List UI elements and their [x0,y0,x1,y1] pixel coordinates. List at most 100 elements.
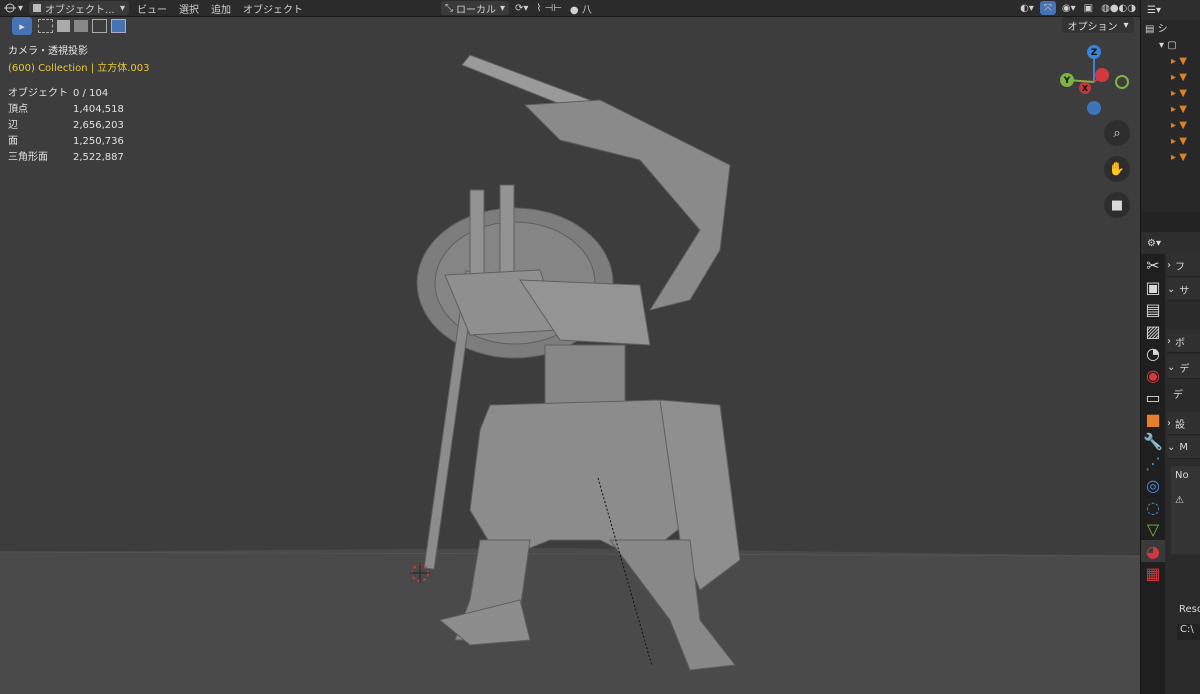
list-item[interactable]: ▸ ▼ [1145,86,1197,102]
orientation-label: ローカル [456,4,497,16]
section-header[interactable]: ⌄ デ [1167,356,1200,379]
list-item[interactable]: ▸ ▼ [1145,54,1197,70]
svg-text:X: X [1082,84,1089,93]
menu-add[interactable]: 追加 [205,1,237,16]
render-icon: ▣ [1145,277,1161,297]
outliner-scene-row[interactable]: ▤ シ [1145,22,1197,38]
section-header[interactable]: › ボ [1167,330,1200,353]
navigation-gizmo[interactable]: Z Y X [1056,44,1132,120]
section-header[interactable]: ⌄ M [1167,436,1200,459]
view-layer-tab[interactable]: ▨ [1141,320,1165,342]
texture-icon: ▦ [1145,563,1161,583]
zoom-button[interactable]: ⌕ [1104,120,1130,146]
editor-type-button[interactable]: ▾ [0,0,27,16]
list-item[interactable]: ▸ ▼ [1145,102,1197,118]
modifier-tab[interactable]: 🔧 [1141,430,1165,452]
list-item[interactable]: ▸ ▼ [1145,118,1197,134]
stat-row: 面 1,250,736 [8,136,124,147]
world-tab[interactable]: ◉ [1141,364,1165,386]
object-tab[interactable]: ■ [1141,408,1165,430]
visibility-button[interactable]: ◐▾ [1016,0,1038,16]
menu-select[interactable]: 選択 [173,1,205,16]
stat-row: オブジェクト 0 / 104 [8,88,109,99]
selection-mode-group [38,17,127,35]
viewport-icon [4,3,16,13]
section-header[interactable]: › フ [1167,254,1200,277]
material-tab[interactable]: ◕ [1141,540,1165,562]
object-icon: ■ [1145,409,1161,429]
select-subtract-icon[interactable] [74,20,88,32]
warning-icon: ⚠ [1175,495,1184,506]
material-icon: ◕ [1146,541,1160,561]
select-new-icon[interactable] [38,19,54,33]
particles-icon: ⋰ [1145,453,1161,473]
chevron-down-icon: ▾ [120,2,126,14]
particles-tab[interactable]: ⋰ [1141,452,1165,474]
list-item[interactable]: ▸ ▼ [1145,150,1197,166]
section-header[interactable]: › 設 [1167,412,1200,435]
menu-view[interactable]: ビュー [131,1,173,16]
stat-row: 三角形面 2,522,887 [8,152,124,163]
scene-props-icon: ◔ [1146,343,1160,363]
tool-tab[interactable]: ✂ [1141,254,1165,276]
snap-button[interactable]: ⌇ ⊣⊢ [532,0,565,16]
world-icon: ◉ [1146,365,1160,385]
scene-tab[interactable]: ◔ [1141,342,1165,364]
mesh-data-icon: ▽ [1146,519,1160,539]
xray-button[interactable]: ▣ [1080,0,1097,16]
wrench-icon: 🔧 [1143,431,1163,451]
svg-text:Y: Y [1063,76,1071,86]
collection-tab[interactable]: ▭ [1141,386,1165,408]
properties-tabs: ✂ ▣ ▤ ▨ ◔ ◉ ▭ ■ 🔧 ⋰ ◎ ◌ ▽ ◕ ▦ [1141,254,1165,694]
navigation-tools: ⌕ ✋ ■ [1104,120,1130,228]
properties-header[interactable]: ⚙▾ [1141,232,1200,254]
constraint-icon: ◌ [1146,497,1160,517]
material-slot-box[interactable]: No ⚠ [1171,466,1200,554]
list-item[interactable]: ▸ ▼ [1145,134,1197,150]
texture-tab[interactable]: ▦ [1141,562,1165,584]
3d-viewport[interactable]: ▾ オブジェクト... ▾ ビュー 選択 追加 オブジェクト ⤡ ローカル ▾ … [0,0,1140,694]
list-icon: ☰▾ [1147,4,1161,16]
collection-label: (600) Collection | 立方体.003 [8,63,150,74]
pan-button[interactable]: ✋ [1104,156,1130,182]
select-intersect-icon[interactable] [110,19,127,33]
outliner-collection-row[interactable]: ▾ ▢ [1145,38,1197,54]
camera-view-button[interactable]: ■ [1104,192,1130,218]
outliner-header: ☰▾ [1141,0,1200,20]
mode-dropdown[interactable]: オブジェクト... ▾ [29,1,130,16]
constraints-tab[interactable]: ◌ [1141,496,1165,518]
overlay-button[interactable]: ◉▾ [1058,0,1080,16]
options-dropdown[interactable]: オプション ▾ [1062,17,1134,33]
pivot-point-button[interactable]: ⟳▾ [511,0,532,16]
select-extend-icon[interactable] [57,20,71,32]
outliner-panel[interactable]: ☰▾ ▤ シ ▾ ▢ ▸ ▼ ▸ ▼ ▸ ▼ ▸ ▼ ▸ ▼ ▸ ▼ ▸ ▼ [1141,0,1200,212]
menu-object[interactable]: オブジェクト [237,1,309,16]
list-item[interactable]: ▸ ▼ [1145,70,1197,86]
section-header[interactable]: ⌄ サ [1167,278,1200,301]
orientation-icon: ⤡ [445,2,454,14]
path-field[interactable]: C:\ [1177,624,1200,640]
select-tool-button[interactable]: ▸ [12,17,32,35]
section-content: デ [1173,390,1183,401]
proportional-edit-button[interactable]: ● 八 [566,0,596,16]
eye-icon: ◐▾ [1020,2,1034,14]
physics-tab[interactable]: ◎ [1141,474,1165,496]
data-tab[interactable]: ▽ [1141,518,1165,540]
overlay-icon: ◉▾ [1061,2,1076,14]
view-camera-label: カメラ・透視投影 [8,46,88,57]
chevron-down-icon: ▾ [1123,19,1129,31]
printer-icon: ▤ [1145,299,1161,319]
physics-icon: ◎ [1146,475,1160,495]
select-invert-icon[interactable] [91,19,107,33]
gizmo-x-axis [1095,68,1109,82]
render-tab[interactable]: ▣ [1141,276,1165,298]
collection-icon: ▢ [1167,40,1177,51]
output-tab[interactable]: ▤ [1141,298,1165,320]
transform-orientation-dropdown[interactable]: ⤡ ローカル ▾ [441,1,510,16]
gizmo-toggle[interactable]: ⤧ [1039,1,1056,15]
scene-statistics: オブジェクト 0 / 104 頂点 1,404,518 辺 2,656,203 面 1,… [8,86,124,166]
shading-buttons[interactable]: ◍●◐◑ [1097,0,1140,16]
xray-icon: ▣ [1083,2,1094,14]
mode-label: オブジェクト... [45,4,115,16]
tool-icon: ✂ [1146,255,1160,275]
